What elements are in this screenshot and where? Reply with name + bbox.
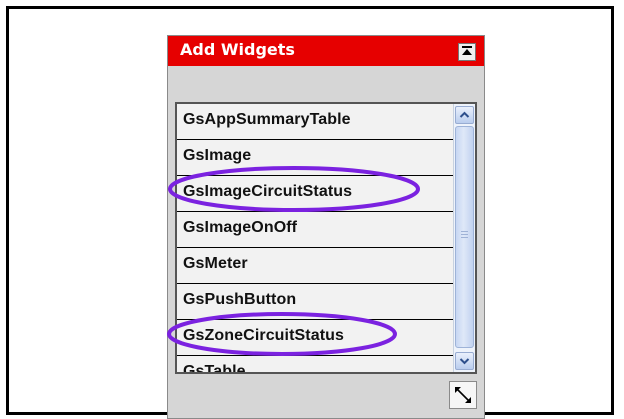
list-item-label: GsMeter (183, 255, 248, 272)
scroll-down-button[interactable] (455, 352, 474, 370)
list-item-label: GsTable (183, 363, 246, 374)
scroll-up-button[interactable] (455, 106, 474, 124)
screenshot-frame: Add Widgets GsAppSummaryTable GsImage Gs… (6, 6, 614, 419)
grip-line (461, 231, 468, 232)
list-item[interactable]: GsAppSummaryTable (177, 104, 453, 140)
list-item-label: GsImageCircuitStatus (183, 183, 353, 200)
collapse-button[interactable] (458, 43, 476, 61)
list-item[interactable]: GsMeter (177, 248, 453, 284)
list-item-label: GsZoneCircuitStatus (183, 327, 345, 344)
list-item[interactable]: GsZoneCircuitStatus (177, 320, 453, 356)
list-item[interactable]: GsImageOnOff (177, 212, 453, 248)
vertical-scrollbar[interactable] (453, 104, 475, 372)
panel-titlebar: Add Widgets (168, 36, 484, 66)
list-item-label: GsAppSummaryTable (183, 111, 351, 128)
panel-title: Add Widgets (180, 40, 295, 59)
list-item[interactable]: GsImage (177, 140, 453, 176)
list-item[interactable]: GsPushButton (177, 284, 453, 320)
list-item-label: GsImage (183, 147, 252, 164)
scroll-thumb[interactable] (455, 126, 474, 348)
list-item[interactable]: GsImageCircuitStatus (177, 176, 453, 212)
list-item[interactable]: GsTable (177, 356, 453, 374)
widget-listbox[interactable]: GsAppSummaryTable GsImage GsImageCircuit… (175, 102, 477, 374)
resize-diagonal-icon (455, 387, 471, 403)
grip-line (461, 234, 468, 235)
collapse-up-icon (462, 46, 472, 55)
add-widgets-panel: Add Widgets GsAppSummaryTable GsImage Gs… (167, 35, 485, 419)
resize-handle[interactable] (449, 381, 477, 409)
grip-line (461, 237, 468, 238)
chevron-down-icon (459, 358, 470, 365)
list-item-label: GsImageOnOff (183, 219, 298, 236)
list-item-label: GsPushButton (183, 291, 297, 308)
chevron-up-icon (459, 111, 470, 118)
